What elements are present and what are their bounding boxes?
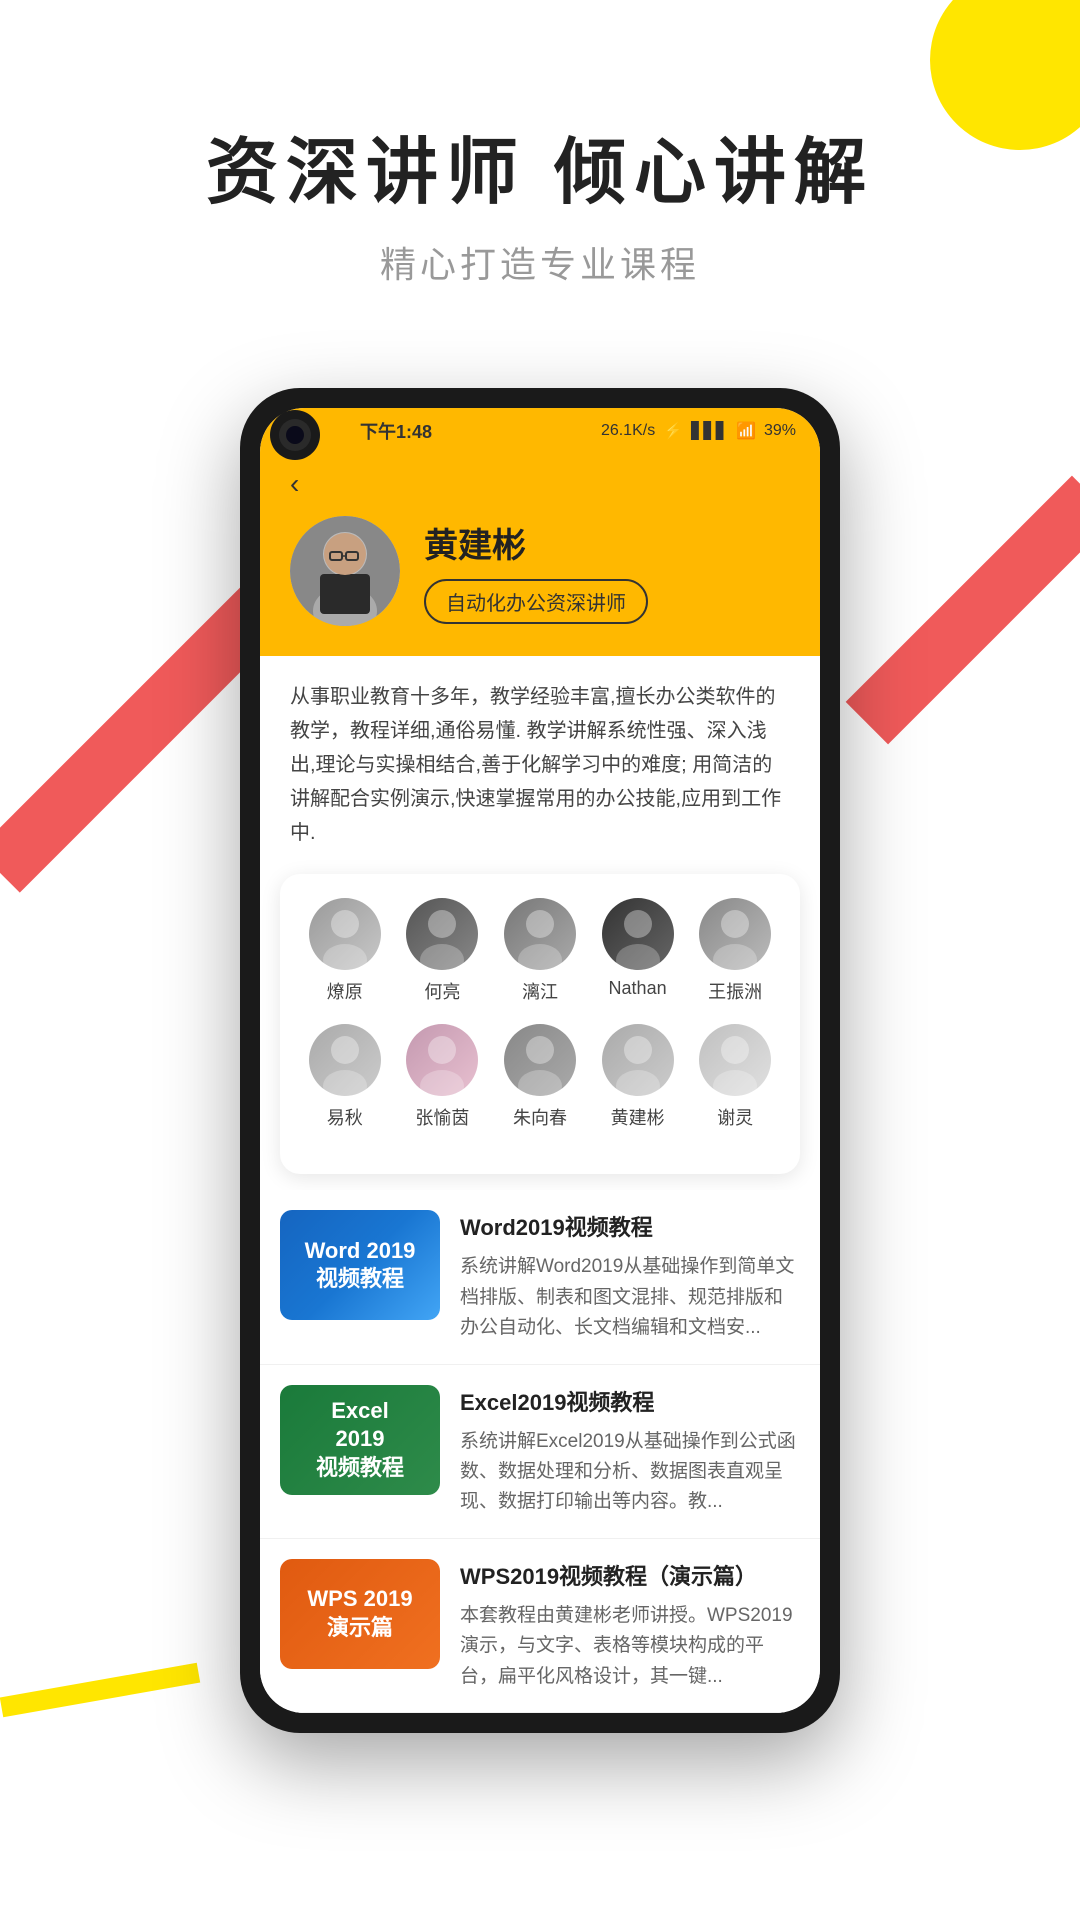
course-info: Excel2019视频教程系统讲解Excel2019从基础操作到公式函数、数据处… <box>460 1385 800 1518</box>
instructor-name: Nathan <box>609 978 667 999</box>
instructor-item[interactable]: 漓江 <box>495 898 585 1004</box>
phone-mockup: 下午1:48 26.1K/s ⚡ ▋▋▋ 📶 39% ‹ <box>240 388 840 1733</box>
instructor-name: 何亮 <box>424 978 460 1004</box>
thumb-label: WPS 2019 演示篇 <box>299 1577 420 1650</box>
camera-inner <box>279 419 311 451</box>
instructor-name: 朱向春 <box>513 1104 567 1130</box>
deco-stripe-yellow <box>0 1663 200 1717</box>
instructors-row-1: 燎原 何亮 漓江 Nathan 王振洲 <box>296 898 784 1004</box>
bluetooth-icon: ⚡ <box>663 421 683 441</box>
instructor-item[interactable]: 朱向春 <box>495 1024 585 1130</box>
course-thumbnail: Word 2019 视频教程 <box>280 1210 440 1320</box>
instructor-item[interactable]: 张愉茵 <box>397 1024 487 1130</box>
avatar-image <box>290 516 400 626</box>
course-description: 系统讲解Word2019从基础操作到简单文档排版、制表和图文混排、规范排版和办公… <box>460 1252 800 1343</box>
course-item[interactable]: Excel 2019 视频教程 Excel2019视频教程系统讲解Excel201… <box>260 1365 820 1539</box>
instructor-item[interactable]: 黄建彬 <box>593 1024 683 1130</box>
course-title: Word2019视频教程 <box>460 1210 800 1242</box>
instructor-avatar <box>309 898 381 970</box>
course-list: Word 2019 视频教程 Word2019视频教程系统讲解Word2019从基… <box>260 1190 820 1713</box>
course-title: WPS2019视频教程（演示篇） <box>460 1559 800 1591</box>
description-text: 从事职业教育十多年，教学经验丰富,擅长办公类软件的教学，教程详细,通俗易懂. 教… <box>290 686 781 844</box>
deco-stripe-red-1 <box>846 476 1080 745</box>
profile-name: 黄建彬 <box>424 518 790 567</box>
course-thumbnail: Excel 2019 视频教程 <box>280 1385 440 1495</box>
instructor-item[interactable]: 何亮 <box>397 898 487 1004</box>
instructor-name: 易秋 <box>327 1104 363 1130</box>
main-title: 资深讲师 倾心讲解 <box>60 130 1020 216</box>
signal-icon: ▋▋▋ <box>691 421 728 441</box>
instructor-name: 王振洲 <box>708 978 762 1004</box>
profile-avatar <box>290 516 400 626</box>
instructor-avatar <box>504 1024 576 1096</box>
instructor-item[interactable]: Nathan <box>593 898 683 1004</box>
instructors-card: 燎原 何亮 漓江 Nathan 王振洲 易秋 <box>280 874 800 1174</box>
thumb-label: Word 2019 视频教程 <box>297 1229 424 1302</box>
course-title: Excel2019视频教程 <box>460 1385 800 1417</box>
instructor-name: 黄建彬 <box>611 1104 665 1130</box>
instructor-avatar <box>699 1024 771 1096</box>
instructor-item[interactable]: 燎原 <box>300 898 390 1004</box>
course-info: WPS2019视频教程（演示篇） 本套教程由黄建彬老师讲授。WPS2019演示，与… <box>460 1559 800 1692</box>
status-time: 下午1:48 <box>360 418 432 444</box>
course-item[interactable]: Word 2019 视频教程 Word2019视频教程系统讲解Word2019从基… <box>260 1190 820 1364</box>
avatar-svg <box>290 516 400 626</box>
phone-screen: 下午1:48 26.1K/s ⚡ ▋▋▋ 📶 39% ‹ <box>260 408 820 1713</box>
instructor-name: 谢灵 <box>717 1104 753 1130</box>
instructor-name: 张愉茵 <box>415 1104 469 1130</box>
profile-info: 黄建彬 自动化办公资深讲师 <box>290 516 790 626</box>
battery: 39% <box>764 422 796 440</box>
course-description: 系统讲解Excel2019从基础操作到公式函数、数据处理和分析、数据图表直观呈现… <box>460 1427 800 1518</box>
camera-lens <box>286 426 304 444</box>
instructor-avatar <box>602 898 674 970</box>
instructor-name: 漓江 <box>522 978 558 1004</box>
network-speed: 26.1K/s <box>601 422 655 440</box>
instructor-name: 燎原 <box>327 978 363 1004</box>
course-thumbnail: WPS 2019 演示篇 <box>280 1559 440 1669</box>
phone-container: 下午1:48 26.1K/s ⚡ ▋▋▋ 📶 39% ‹ <box>240 388 840 1733</box>
back-button[interactable]: ‹ <box>290 468 299 500</box>
course-description: 本套教程由黄建彬老师讲授。WPS2019演示，与文字、表格等模块构成的平台，扁平… <box>460 1601 800 1692</box>
instructors-row-2: 易秋 张愉茵 朱向春 黄建彬 谢灵 <box>296 1024 784 1130</box>
wifi-icon: 📶 <box>736 421 756 441</box>
header-section: 资深讲师 倾心讲解 精心打造专业课程 <box>0 0 1080 348</box>
instructor-avatar <box>504 898 576 970</box>
profile-badge: 自动化办公资深讲师 <box>424 579 648 624</box>
instructor-item[interactable]: 易秋 <box>300 1024 390 1130</box>
instructor-avatar <box>406 898 478 970</box>
course-item[interactable]: WPS 2019 演示篇 WPS2019视频教程（演示篇） 本套教程由黄建彬老师讲授… <box>260 1539 820 1713</box>
instructor-item[interactable]: 谢灵 <box>690 1024 780 1130</box>
course-info: Word2019视频教程系统讲解Word2019从基础操作到简单文档排版、制表和… <box>460 1210 800 1343</box>
status-right: 26.1K/s ⚡ ▋▋▋ 📶 39% <box>601 421 796 441</box>
instructor-item[interactable]: 王振洲 <box>690 898 780 1004</box>
thumb-label: Excel 2019 视频教程 <box>308 1389 412 1491</box>
instructor-avatar <box>699 898 771 970</box>
instructor-avatar <box>406 1024 478 1096</box>
status-bar: 下午1:48 26.1K/s ⚡ ▋▋▋ 📶 39% <box>260 408 820 452</box>
instructor-avatar <box>602 1024 674 1096</box>
sub-title: 精心打造专业课程 <box>60 236 1020 288</box>
instructor-avatar <box>309 1024 381 1096</box>
description-section: 从事职业教育十多年，教学经验丰富,擅长办公类软件的教学，教程详细,通俗易懂. 教… <box>260 656 820 874</box>
profile-details: 黄建彬 自动化办公资深讲师 <box>424 518 790 624</box>
profile-section: ‹ <box>260 452 820 656</box>
